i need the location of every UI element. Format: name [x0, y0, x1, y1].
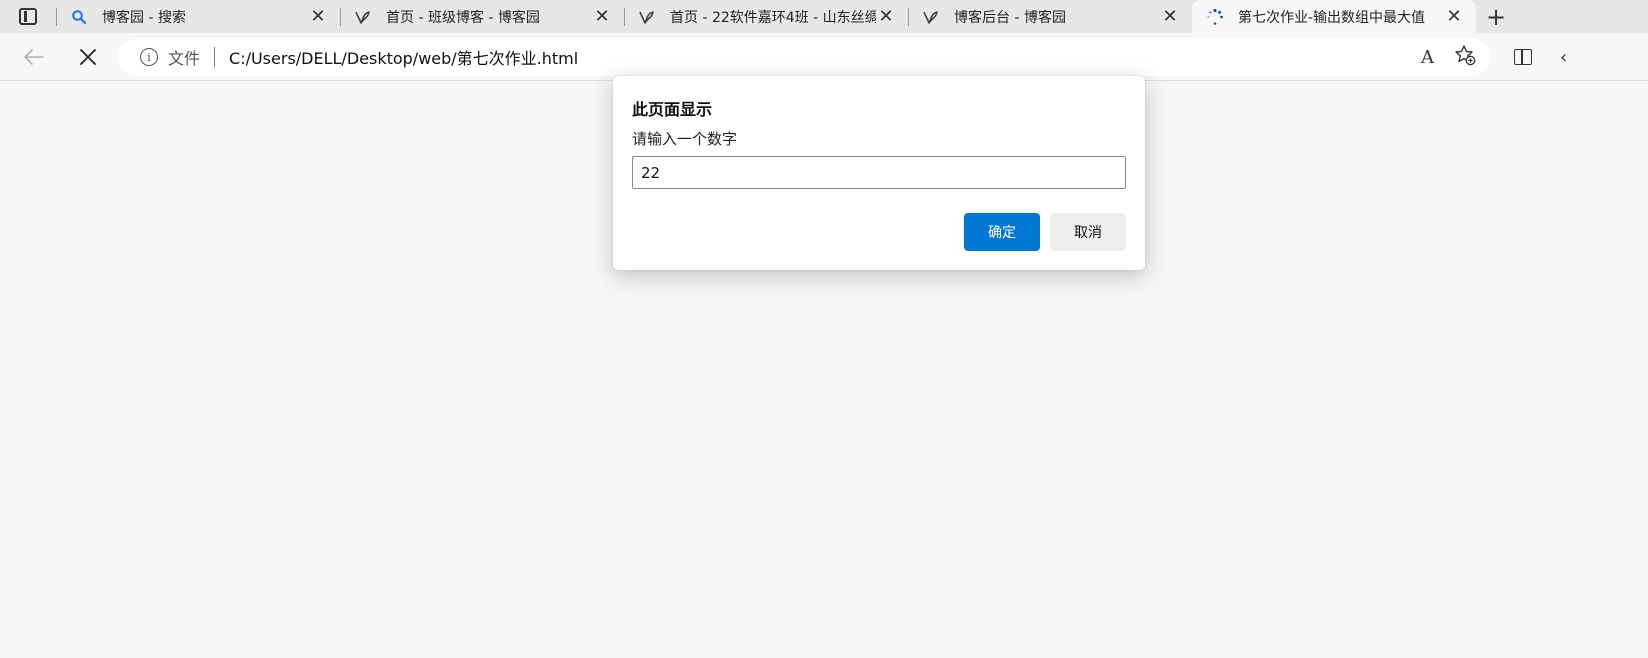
new-tab-button[interactable]: + — [1476, 0, 1516, 33]
tab-title: 博客园 - 搜索 — [102, 9, 186, 26]
more-button[interactable]: ‹ — [1560, 39, 1580, 75]
close-icon — [80, 48, 96, 65]
tab-title: 首页 - 班级博客 - 博客园 — [386, 9, 540, 26]
divider — [214, 47, 216, 67]
browser-toolbar: i 文件 C:/Users/DELL/Desktop/web/第七次作业.htm… — [0, 33, 1648, 81]
split-screen-icon — [1514, 49, 1532, 65]
tab-class-home[interactable]: 首页 - 22软件嘉环4班 - 山东丝绸 ✕ — [624, 0, 908, 33]
close-icon[interactable]: ✕ — [876, 6, 896, 27]
back-button[interactable] — [14, 39, 54, 75]
tab-actions-button[interactable] — [0, 0, 56, 33]
cnblogs-favicon-icon — [638, 8, 656, 26]
prompt-dialog: 此页面显示 请输入一个数字 确定 取消 — [613, 76, 1145, 270]
address-bar[interactable]: i 文件 C:/Users/DELL/Desktop/web/第七次作业.htm… — [118, 38, 1490, 76]
dialog-title: 此页面显示 — [632, 100, 713, 119]
dialog-message: 请输入一个数字 — [632, 130, 738, 148]
cancel-button[interactable]: 取消 — [1050, 213, 1126, 251]
read-aloud-icon[interactable]: A — [1421, 47, 1434, 68]
arrow-left-icon — [24, 48, 44, 65]
url-text[interactable]: C:/Users/DELL/Desktop/web/第七次作业.html — [229, 45, 578, 69]
tab-title: 博客后台 - 博客园 — [954, 9, 1066, 26]
cnblogs-favicon-icon — [922, 8, 940, 26]
tab-blog-admin[interactable]: 博客后台 - 博客园 ✕ — [908, 0, 1192, 33]
loading-spinner-icon — [1206, 8, 1224, 26]
tab-search[interactable]: 博客园 - 搜索 ✕ — [56, 0, 340, 33]
search-favicon-icon — [70, 8, 88, 26]
chevron-left-icon: ‹ — [1560, 46, 1568, 68]
close-icon[interactable]: ✕ — [1444, 6, 1464, 27]
tab-title: 第七次作业-输出数组中最大值 — [1238, 9, 1426, 26]
close-icon[interactable]: ✕ — [1160, 6, 1180, 27]
dialog-buttons: 确定 取消 — [964, 213, 1126, 251]
prompt-input[interactable] — [632, 156, 1126, 189]
tab-homework-active[interactable]: 第七次作业-输出数组中最大值 ✕ — [1192, 0, 1476, 33]
site-info-label[interactable]: 文件 — [168, 45, 200, 69]
plus-icon: + — [1485, 2, 1507, 31]
info-icon[interactable]: i — [140, 48, 158, 66]
cnblogs-favicon-icon — [354, 8, 372, 26]
close-icon[interactable]: ✕ — [592, 6, 612, 27]
tab-actions-icon — [19, 8, 37, 25]
address-bar-actions: A — [1421, 38, 1476, 76]
tab-title: 首页 - 22软件嘉环4班 - 山东丝绸 — [670, 9, 876, 26]
stop-loading-button[interactable] — [68, 39, 108, 75]
ok-button[interactable]: 确定 — [964, 213, 1040, 251]
add-favorite-icon[interactable] — [1454, 44, 1476, 71]
tab-strip: 博客园 - 搜索 ✕ 首页 - 班级博客 - 博客园 ✕ 首页 - 22软件嘉环… — [0, 0, 1648, 33]
tab-class-blog[interactable]: 首页 - 班级博客 - 博客园 ✕ — [340, 0, 624, 33]
close-icon[interactable]: ✕ — [308, 6, 328, 27]
split-screen-button[interactable] — [1508, 39, 1538, 75]
